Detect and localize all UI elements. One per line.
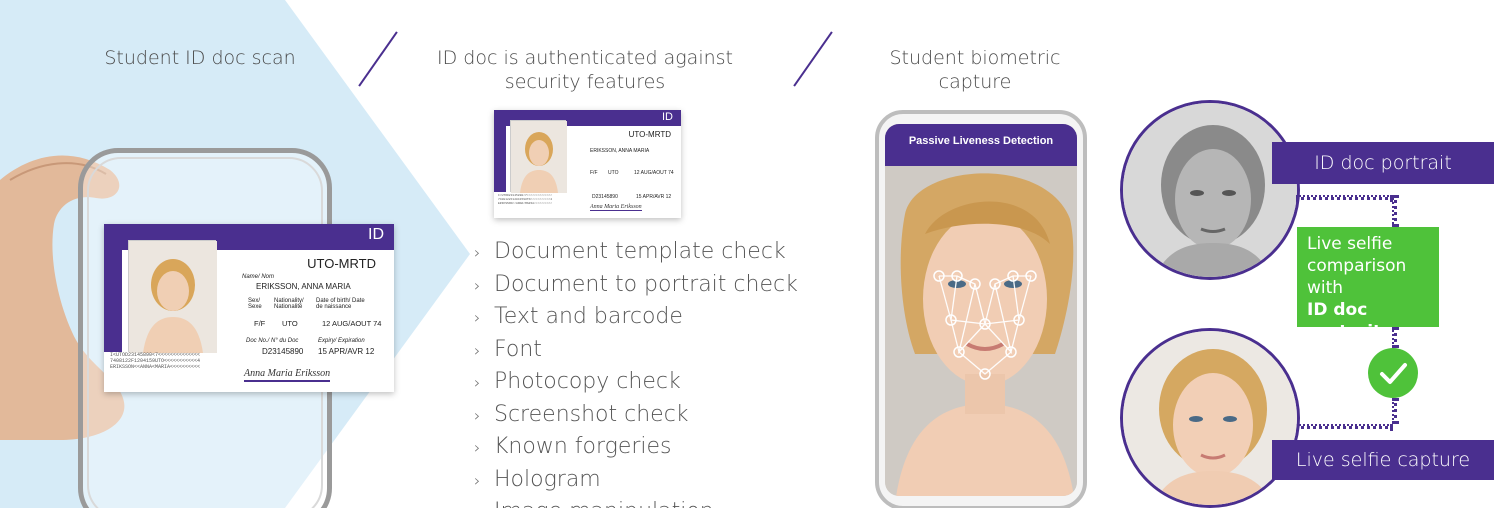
list-item: › Font: [474, 334, 798, 367]
step-divider: [793, 31, 833, 87]
id-badge: ID: [368, 226, 384, 243]
id-sex: F/F: [254, 319, 266, 328]
liveness-phone: Passive Liveness Detection: [875, 110, 1087, 508]
connector-line: [1296, 195, 1393, 200]
id-sex-label: Sex/ Sexe: [248, 298, 262, 310]
list-item: › Known forgeries: [474, 431, 798, 464]
live-selfie-label: Live selfie capture: [1272, 440, 1494, 480]
id-name: ERIKSSON, ANNA MARIA: [590, 148, 650, 154]
id-sex: F/F: [590, 170, 598, 176]
id-doc-portrait: [1120, 100, 1300, 280]
id-nationality-label: Nationality/ Nationalité: [274, 298, 304, 310]
chevron-right-icon: ›: [474, 308, 481, 327]
list-item: ›Image manipulation: [474, 496, 798, 508]
id-card-accent: [104, 224, 122, 352]
comparison-text: Live selfie comparison with: [1307, 234, 1407, 298]
scanned-id-card: ID UTO-MRTD Name/ Nom ERIKSSON, ANNA MAR…: [104, 224, 394, 392]
security-checks-list: › Document template check › Document to po…: [474, 236, 798, 508]
id-signature: Anna Maria Eriksson: [590, 204, 642, 211]
chevron-right-icon: ›: [474, 340, 481, 360]
id-signature: Anna Maria Eriksson: [244, 368, 331, 382]
id-nationality: UTO: [282, 319, 298, 328]
list-item: › Hologram: [474, 464, 798, 497]
id-card-portrait: [128, 240, 217, 353]
list-item: › Document to portrait check: [474, 269, 798, 302]
chevron-right-icon: ›: [474, 275, 481, 295]
list-item: › Text and barcode: [474, 301, 798, 334]
authenticated-id-card: ID UTO-MRTD ERIKSSON, ANNA MARIA F/F UTO…: [494, 110, 681, 218]
id-dob: 12 AUG/AOUT 74: [634, 170, 674, 176]
connector-line: [1392, 195, 1397, 227]
id-expiry-label: Expiry/ Expiration: [318, 338, 365, 344]
liveness-header: Passive Liveness Detection: [885, 124, 1077, 166]
chevron-right-icon: ›: [474, 497, 494, 508]
id-expiry: 15 APR/AVR 12: [318, 347, 375, 356]
comparison-box: Live selfie comparison with ID doc portr…: [1297, 227, 1439, 342]
chevron-right-icon: ›: [474, 373, 481, 392]
chevron-right-icon: ›: [474, 470, 481, 490]
id-doc-portrait-label: ID doc portrait: [1272, 142, 1494, 184]
id-doc-type: UTO-MRTD: [628, 130, 671, 139]
id-card-portrait: [510, 120, 567, 193]
auth-step-title: ID doc is authenticated against security…: [437, 47, 733, 93]
id-mrz-line: 7408122F1204159UTO<<<<<<<<<<<4: [498, 198, 553, 201]
face-capture-image: [885, 124, 1077, 496]
liveness-screen: Passive Liveness Detection: [885, 124, 1077, 496]
live-selfie-portrait: [1120, 328, 1300, 508]
connector-line: [1392, 398, 1397, 424]
id-dob-label: Date of birth/ Date de naissance: [316, 298, 365, 310]
id-doc-type: UTO-MRTD: [307, 256, 376, 271]
id-mrz-line: ERIKSSON<<ANNA<MARIA<<<<<<<<<<: [110, 364, 201, 370]
comparison-text-bold: ID doc portrait: [1307, 300, 1382, 342]
chevron-right-icon: ›: [474, 243, 481, 262]
check-icon: [1368, 348, 1418, 398]
id-docno: D23145890: [262, 347, 304, 356]
chevron-right-icon: ›: [474, 405, 481, 425]
list-item: › Photocopy check: [474, 366, 798, 399]
list-item: › Document template check: [474, 236, 798, 269]
id-docno-label: Doc No./ N° du Doc: [246, 338, 299, 344]
scan-step-title: Student ID doc scan: [104, 47, 296, 69]
id-expiry: 15 APR/AVR 12: [636, 194, 672, 200]
id-dob: 12 AUG/AOUT 74: [322, 319, 382, 328]
id-nationality: UTO: [608, 170, 619, 176]
id-docno: D23145890: [592, 194, 618, 200]
chevron-right-icon: ›: [474, 438, 481, 457]
id-card-accent: [494, 110, 506, 192]
id-badge: ID: [662, 111, 673, 123]
bio-step-title: Student biometric capture: [889, 47, 1061, 93]
id-name: ERIKSSON, ANNA MARIA: [256, 282, 351, 291]
id-mrz-line: ERIKSSON<<ANNA<MARIA<<<<<<<<<<: [498, 202, 553, 205]
connector-line: [1296, 424, 1393, 429]
id-mrz-line: I<UTOD23145890<7<<<<<<<<<<<<<<: [498, 194, 553, 197]
list-item: › Screenshot check: [474, 399, 798, 432]
id-name-label: Name/ Nom: [242, 274, 275, 280]
